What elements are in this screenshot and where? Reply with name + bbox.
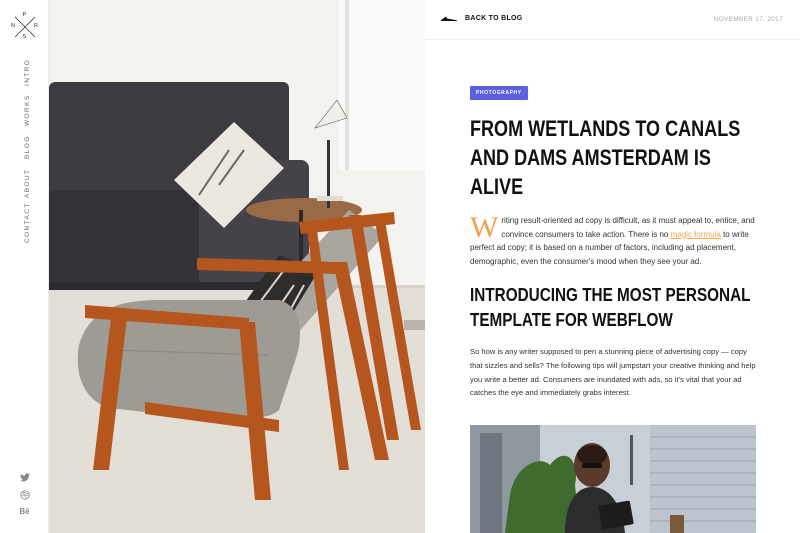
article-panel: BACK TO BLOG NOVEMBER 17, 2017 PHOTOGRAP… [425,0,800,533]
hero-photo-armchair [49,0,425,533]
back-to-blog-label: BACK TO BLOG [465,14,523,22]
dribbble-link[interactable] [0,490,49,500]
article-topbar: BACK TO BLOG NOVEMBER 17, 2017 [425,0,800,40]
behance-icon: Bē [19,507,30,516]
logo-letter-top: P [22,12,27,18]
hero-illustration [49,0,425,533]
inline-photo-woman-tablet [470,425,756,533]
nav-works[interactable]: WORKS [24,94,32,126]
article-subtitle: INTRODUCING THE MOST PERSONAL TEMPLATE F… [470,285,751,331]
twitter-icon [19,473,30,482]
twitter-link[interactable] [0,473,49,482]
logo-letter-right: R [34,23,38,29]
inline-illustration [470,425,756,533]
logo-letter-left: N [11,23,15,29]
dribbble-icon [19,490,30,500]
nav-about[interactable]: ABOUT [24,169,32,198]
body-paragraph: So how is any writer supposed to pen a s… [470,347,756,398]
drop-cap: W [470,211,499,244]
article-content: PHOTOGRAPHY FROM WETLANDS TO CANALS AND … [470,81,760,400]
back-arrow-icon [441,16,457,21]
nav-intro[interactable]: INTRO [24,59,32,86]
behance-link[interactable]: Bē [0,507,49,516]
category-badge[interactable]: PHOTOGRAPHY [470,86,528,100]
intro-paragraph: Writing result-oriented ad copy is diffi… [470,211,760,268]
sidebar: P N R S INTRO WORKS BLOG ABOUT CONTACT B… [0,0,49,533]
logo-letter-bottom: S [22,34,27,40]
logo[interactable]: P N R S [11,12,38,40]
article-title: FROM WETLANDS TO CANALS AND DAMS AMSTERD… [470,116,741,199]
back-to-blog-link[interactable]: BACK TO BLOG [441,14,523,22]
magic-formula-link[interactable]: magic formula [671,230,721,239]
nav-blog[interactable]: BLOG [24,135,32,159]
nav-contact[interactable]: CONTACT [24,202,32,243]
post-date: NOVEMBER 17, 2017 [713,16,783,23]
